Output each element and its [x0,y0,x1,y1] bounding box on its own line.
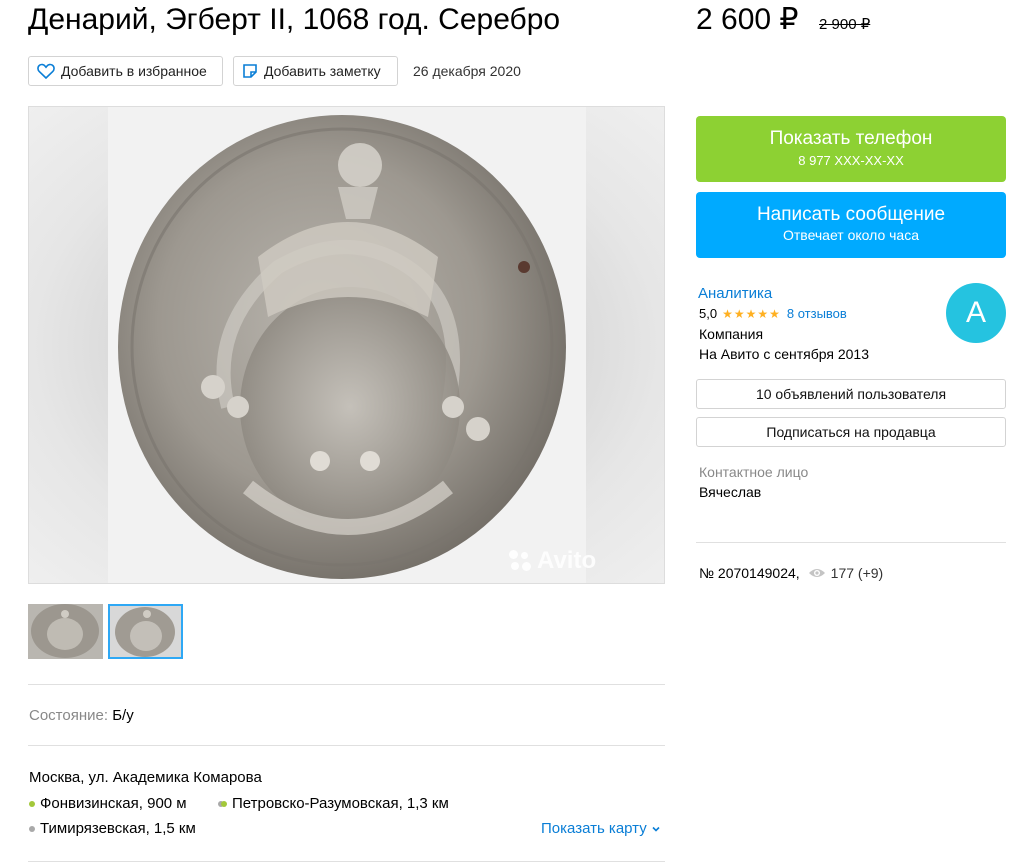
add-note-label: Добавить заметку [264,63,381,79]
metro-line-dot [221,800,227,807]
chevron-down-icon [652,826,660,832]
rating-value: 5,0 [699,306,718,321]
divider [28,861,665,862]
coin-image [108,107,586,583]
avito-logo-icon [509,550,531,572]
reviews-link[interactable]: 8 отзывов [787,306,847,321]
seller-type: Компания [699,326,764,342]
old-price: 2 900 ₽ [819,16,871,33]
user-ads-button[interactable]: 10 объявлений пользователя [696,379,1006,409]
thumbnail-2[interactable] [108,604,183,659]
condition-row: Состояние: Б/у [29,707,134,724]
response-time-hint: Отвечает около часа [782,227,920,243]
metro-line-dot [29,800,35,807]
rating-stars-icon: ★★★★★ [722,306,781,321]
show-map-link[interactable]: Показать карту [541,820,662,837]
add-to-favorites-label: Добавить в избранное [61,63,207,79]
add-to-favorites-button[interactable]: Добавить в избранное [28,56,223,86]
views-count: 177 (+9) [808,565,883,581]
divider [28,745,665,746]
condition-value: Б/у [112,707,134,724]
ad-meta: № 2070149024, 177 (+9) [699,565,883,581]
divider [28,684,665,685]
seller-rating: 5,0 ★★★★★ 8 отзывов [699,306,847,321]
main-photo[interactable]: Avito [28,106,665,584]
phone-masked: 8 977 XXX-XX-XX [798,153,904,168]
address: Москва, ул. Академика Комарова [29,769,262,786]
write-message-button[interactable]: Написать сообщение Отвечает около часа [696,192,1006,258]
heart-icon [37,63,55,79]
listing-title: Денарий, Эгберт II, 1068 год. Серебро [28,3,561,36]
seller-avatar[interactable]: А [946,283,1006,343]
ad-number: № 2070149024, [699,565,800,581]
metro-station: Тимирязевская, 1,5 км [29,820,196,837]
metro-station: Петровско-Разумовская, 1,3 км [218,795,449,812]
seller-name-link[interactable]: Аналитика [698,285,772,302]
add-note-button[interactable]: Добавить заметку [233,56,398,86]
divider [696,542,1006,543]
condition-label: Состояние: [29,707,109,724]
thumbnail-1[interactable] [28,604,103,659]
write-message-label: Написать сообщение [756,204,946,225]
publish-date: 26 декабря 2020 [413,63,521,79]
metro-line-dot [29,825,35,832]
eye-icon [808,569,825,577]
subscribe-seller-button[interactable]: Подписаться на продавца [696,417,1006,447]
note-icon [243,64,257,78]
show-phone-button[interactable]: Показать телефон 8 977 XXX-XX-XX [696,116,1006,182]
metro-station: Фонвизинская, 900 м [29,795,187,812]
show-phone-label: Показать телефон [769,128,933,149]
avito-watermark: Avito [509,547,596,575]
price: 2 600 ₽ [696,3,799,36]
contact-person-name: Вячеслав [699,484,762,500]
seller-since: На Авито с сентября 2013 [699,346,869,362]
contact-person-label: Контактное лицо [699,464,809,480]
